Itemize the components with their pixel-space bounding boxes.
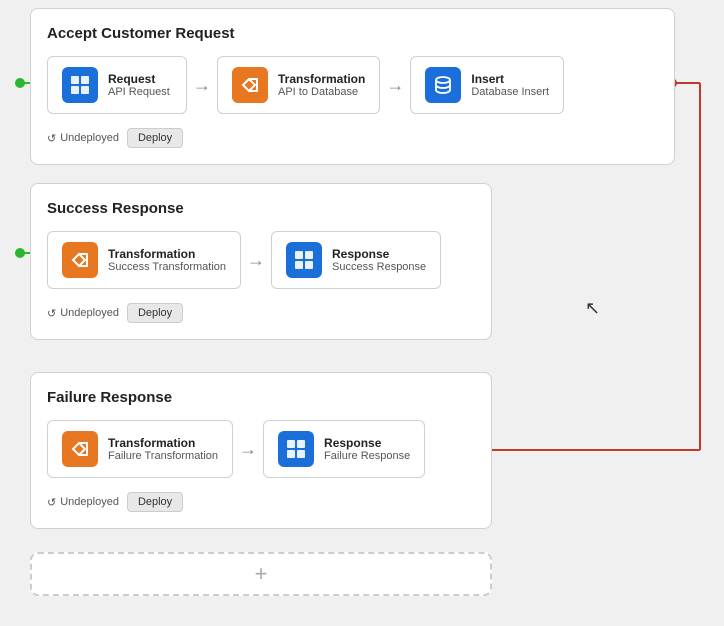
canvas: Accept Customer Request Request API Requ…: [0, 0, 724, 626]
transformation-node-failure[interactable]: Transformation Failure Transformation: [47, 420, 233, 478]
response-label-success: Response Success Response: [332, 247, 426, 273]
arrow-success: →: [247, 250, 265, 271]
group-success-response: Success Response Transformation Success …: [30, 183, 492, 340]
group-title-failure: Failure Response: [47, 389, 475, 406]
group-failure-response: Failure Response Transformation Failure …: [30, 372, 492, 529]
arrow-failure: →: [239, 439, 257, 460]
nodes-row-accept: Request API Request → Transformation API…: [47, 56, 658, 114]
response-type-failure: Response: [324, 436, 410, 450]
insert-node[interactable]: Insert Database Insert: [410, 56, 564, 114]
footer-success: ↺ Undeployed Deploy: [47, 303, 475, 323]
footer-accept: ↺ Undeployed Deploy: [47, 128, 658, 148]
add-group-plus-icon: +: [255, 561, 268, 587]
group-title-accept: Accept Customer Request: [47, 25, 658, 42]
response-node-success[interactable]: Response Success Response: [271, 231, 441, 289]
status-success: ↺ Undeployed: [47, 307, 119, 320]
nodes-row-failure: Transformation Failure Transformation → …: [47, 420, 475, 478]
deploy-btn-success[interactable]: Deploy: [127, 303, 183, 323]
request-name: API Request: [108, 86, 170, 98]
undeployed-icon-accept: ↺: [47, 132, 56, 145]
nodes-row-success: Transformation Success Transformation → …: [47, 231, 475, 289]
request-node[interactable]: Request API Request: [47, 56, 187, 114]
transformation-label-failure: Transformation Failure Transformation: [108, 436, 218, 462]
footer-failure: ↺ Undeployed Deploy: [47, 492, 475, 512]
arrow-1: →: [193, 75, 211, 96]
request-label: Request API Request: [108, 72, 170, 98]
response-name-success: Success Response: [332, 261, 426, 273]
response-icon-failure: [278, 431, 314, 467]
transformation-node-1[interactable]: Transformation API to Database: [217, 56, 380, 114]
undeployed-label-success: Undeployed: [60, 307, 119, 319]
cursor: ↖: [585, 298, 600, 319]
transformation-label-success: Transformation Success Transformation: [108, 247, 226, 273]
transformation-name-1: API to Database: [278, 86, 365, 98]
insert-name: Database Insert: [471, 86, 549, 98]
transformation-name-success: Success Transformation: [108, 261, 226, 273]
response-node-failure[interactable]: Response Failure Response: [263, 420, 425, 478]
transformation-node-success[interactable]: Transformation Success Transformation: [47, 231, 241, 289]
insert-label: Insert Database Insert: [471, 72, 549, 98]
transformation-icon-1: [232, 67, 268, 103]
group-accept-customer-request: Accept Customer Request Request API Requ…: [30, 8, 675, 165]
request-icon: [62, 67, 98, 103]
status-failure: ↺ Undeployed: [47, 496, 119, 509]
deploy-btn-accept[interactable]: Deploy: [127, 128, 183, 148]
transformation-type-failure: Transformation: [108, 436, 218, 450]
deploy-btn-failure[interactable]: Deploy: [127, 492, 183, 512]
transformation-name-failure: Failure Transformation: [108, 450, 218, 462]
transformation-icon-failure: [62, 431, 98, 467]
transformation-type-1: Transformation: [278, 72, 365, 86]
undeployed-label-accept: Undeployed: [60, 132, 119, 144]
request-type: Request: [108, 72, 170, 86]
response-label-failure: Response Failure Response: [324, 436, 410, 462]
response-icon-success: [286, 242, 322, 278]
response-name-failure: Failure Response: [324, 450, 410, 462]
status-accept: ↺ Undeployed: [47, 132, 119, 145]
transformation-icon-success: [62, 242, 98, 278]
undeployed-icon-failure: ↺: [47, 496, 56, 509]
undeployed-label-failure: Undeployed: [60, 496, 119, 508]
response-type-success: Response: [332, 247, 426, 261]
arrow-2: →: [386, 75, 404, 96]
insert-icon: [425, 67, 461, 103]
transformation-label-1: Transformation API to Database: [278, 72, 365, 98]
add-group[interactable]: +: [30, 552, 492, 596]
group-title-success: Success Response: [47, 200, 475, 217]
insert-type: Insert: [471, 72, 549, 86]
undeployed-icon-success: ↺: [47, 307, 56, 320]
transformation-type-success: Transformation: [108, 247, 226, 261]
